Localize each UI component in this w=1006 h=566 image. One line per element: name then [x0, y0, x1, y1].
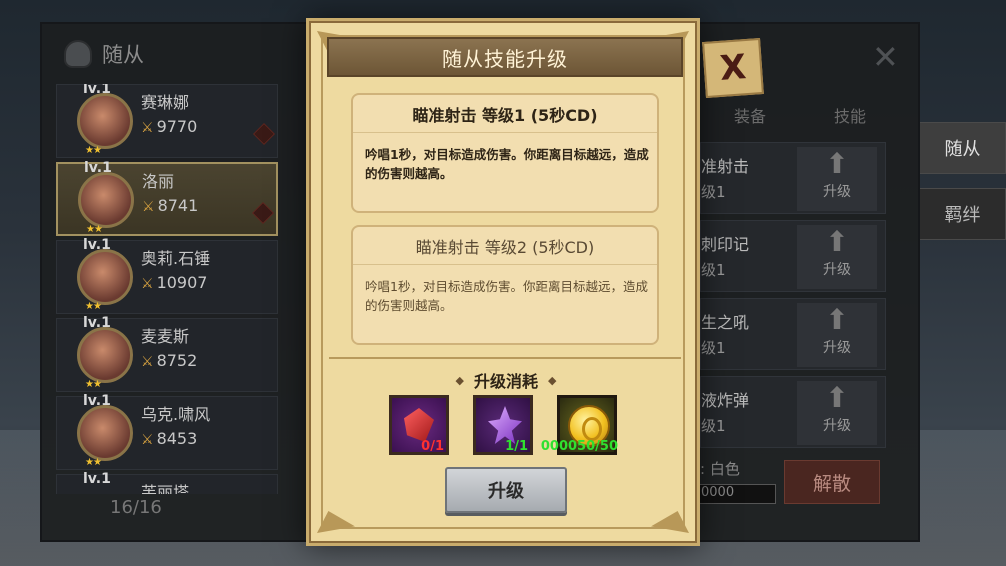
- star-rating-icon: ★★: [85, 301, 102, 312]
- cost-count: 0/1: [421, 439, 444, 454]
- hero-portrait: [77, 249, 133, 305]
- skill-name: 准射击: [701, 157, 750, 176]
- upgrade-button[interactable]: 升级: [445, 467, 567, 513]
- hero-level: lv.1: [83, 237, 111, 253]
- cost-count: 000050/50: [540, 439, 618, 454]
- skill-row: 刺印记 级1 ⬆ 升级: [700, 220, 886, 292]
- current-skill-header: 瞄准射击 等级1 (5秒CD): [353, 95, 657, 133]
- side-tab-bond[interactable]: 羁绊: [920, 188, 1006, 240]
- follower-panel-header: 随从: [64, 32, 304, 76]
- hero-portrait: [77, 93, 133, 149]
- star-rating-icon: ★★: [85, 379, 102, 390]
- hero-name: 洛丽: [142, 172, 175, 191]
- hero-card-selina[interactable]: lv.1 ★★ 赛琳娜 9770: [56, 84, 278, 158]
- tab-skills[interactable]: 技能: [834, 103, 866, 127]
- hero-name: 乌克.啸风: [141, 405, 211, 424]
- current-skill-description: 吟唱1秒，对目标造成伤害。你距离目标越远，造成的伤害则越高。: [365, 147, 649, 181]
- hero-power: 8453: [141, 429, 198, 448]
- cost-count: 1/1: [505, 439, 528, 454]
- cost-item-red-gem[interactable]: 0/1: [389, 395, 449, 455]
- next-skill-description: 吟唱1秒，对目标造成伤害。你距离目标越远，造成的伤害则越高。: [365, 279, 648, 313]
- skill-level: 级1: [701, 183, 726, 201]
- side-tab-follower[interactable]: 随从: [920, 122, 1006, 174]
- hero-level: lv.1: [84, 160, 112, 176]
- hero-power: 10907: [141, 273, 208, 292]
- hero-card-wuke[interactable]: lv.1 ★★ 乌克.啸风 8453: [56, 393, 278, 470]
- diamond-icon: ◆: [455, 373, 464, 387]
- dismiss-button[interactable]: 解散: [784, 460, 880, 504]
- star-rating-icon: ★★: [86, 224, 103, 235]
- hero-power: 8741: [142, 196, 199, 215]
- current-skill-card: 瞄准射击 等级1 (5秒CD) 吟唱1秒，对目标造成伤害。你距离目标越远，造成的…: [351, 93, 659, 213]
- hero-count: 16/16: [110, 497, 162, 518]
- skill-upgrade-button[interactable]: ⬆ 升级: [797, 147, 877, 211]
- dialog-title: 随从技能升级: [442, 46, 568, 71]
- cost-title-label: 升级消耗: [473, 372, 538, 391]
- detail-tabs: 装备 技能: [700, 95, 900, 135]
- panel-close-icon[interactable]: ✕: [872, 38, 899, 76]
- next-skill-header: 瞄准射击 等级2 (5秒CD): [353, 227, 657, 265]
- hero-level: lv.1: [83, 393, 111, 409]
- hero-portrait: [77, 327, 133, 383]
- hero-name: 赛琳娜: [141, 93, 190, 112]
- cost-item-purple-crystal[interactable]: 1/1: [473, 395, 533, 455]
- class-badge-icon: [252, 202, 274, 224]
- star-rating-icon: ★★: [85, 145, 102, 156]
- star-rating-icon: ★★: [85, 457, 102, 468]
- hero-level: lv.1: [83, 471, 111, 487]
- skill-name: 生之吼: [701, 313, 750, 332]
- hero-power: 8752: [141, 351, 198, 370]
- hero-card-olly[interactable]: lv.1 ★★ 奥莉.石锤 10907: [56, 237, 278, 314]
- hero-level: lv.1: [83, 84, 111, 97]
- arrow-up-icon: ⬆: [825, 381, 849, 414]
- hero-portrait: [78, 172, 134, 228]
- skill-upgrade-dialog: 随从技能升级 瞄准射击 等级1 (5秒CD) 吟唱1秒，对目标造成伤害。你距离目…: [306, 18, 700, 546]
- skill-row: 生之吼 级1 ⬆ 升级: [700, 298, 886, 370]
- dialog-title-banner: 随从技能升级: [327, 37, 683, 77]
- skill-upgrade-button[interactable]: ⬆ 升级: [797, 225, 877, 289]
- skill-level: 级1: [701, 339, 726, 357]
- hero-level: lv.1: [83, 315, 111, 331]
- skill-level: 级1: [701, 417, 726, 435]
- hero-card-partial[interactable]: lv.1 芙丽塔: [56, 471, 278, 494]
- follower-panel-title: 随从: [102, 43, 144, 67]
- skill-upgrade-button[interactable]: ⬆ 升级: [797, 381, 877, 445]
- arrow-up-icon: ⬆: [825, 225, 849, 258]
- cost-item-gold[interactable]: 000050/50: [541, 395, 618, 455]
- hero-name: 麦麦斯: [141, 327, 190, 346]
- tab-equipment[interactable]: 装备: [734, 103, 766, 127]
- class-badge-icon: [253, 123, 275, 145]
- hero-name: 奥莉.石锤: [141, 249, 211, 268]
- arrow-up-icon: ⬆: [825, 303, 849, 336]
- helmet-icon: [64, 40, 92, 68]
- skill-row: 准射击 级1 ⬆ 升级: [700, 142, 886, 214]
- skill-upgrade-button[interactable]: ⬆ 升级: [797, 303, 877, 367]
- divider: [329, 357, 681, 359]
- skill-name: 刺印记: [701, 235, 750, 254]
- hero-power: 9770: [141, 117, 198, 136]
- gold-value: 0000: [696, 484, 776, 504]
- cost-title: ◆ 升级消耗 ◆: [439, 368, 573, 392]
- hero-card-loli[interactable]: lv.1 ★★ 洛丽 8741: [56, 160, 278, 236]
- skill-level: 级1: [701, 261, 726, 279]
- quality-label: : 白色: [700, 460, 740, 478]
- hero-card-maimais[interactable]: lv.1 ★★ 麦麦斯 8752: [56, 315, 278, 392]
- diamond-icon: ◆: [548, 373, 557, 387]
- hero-list[interactable]: lv.1 ★★ 赛琳娜 9770 lv.1 ★★ 洛丽 8741 lv.1 ★★…: [56, 84, 278, 494]
- arrow-up-icon: ⬆: [825, 147, 849, 180]
- red-gem-icon: [404, 408, 434, 442]
- skill-name: 液炸弹: [701, 391, 750, 410]
- next-skill-card: 瞄准射击 等级2 (5秒CD) 吟唱1秒，对目标造成伤害。你距离目标越远，造成的…: [351, 225, 659, 345]
- hero-portrait: [77, 405, 133, 461]
- close-icon[interactable]: X: [702, 38, 764, 98]
- skill-row: 液炸弹 级1 ⬆ 升级: [700, 376, 886, 448]
- hero-name: 芙丽塔: [141, 483, 190, 494]
